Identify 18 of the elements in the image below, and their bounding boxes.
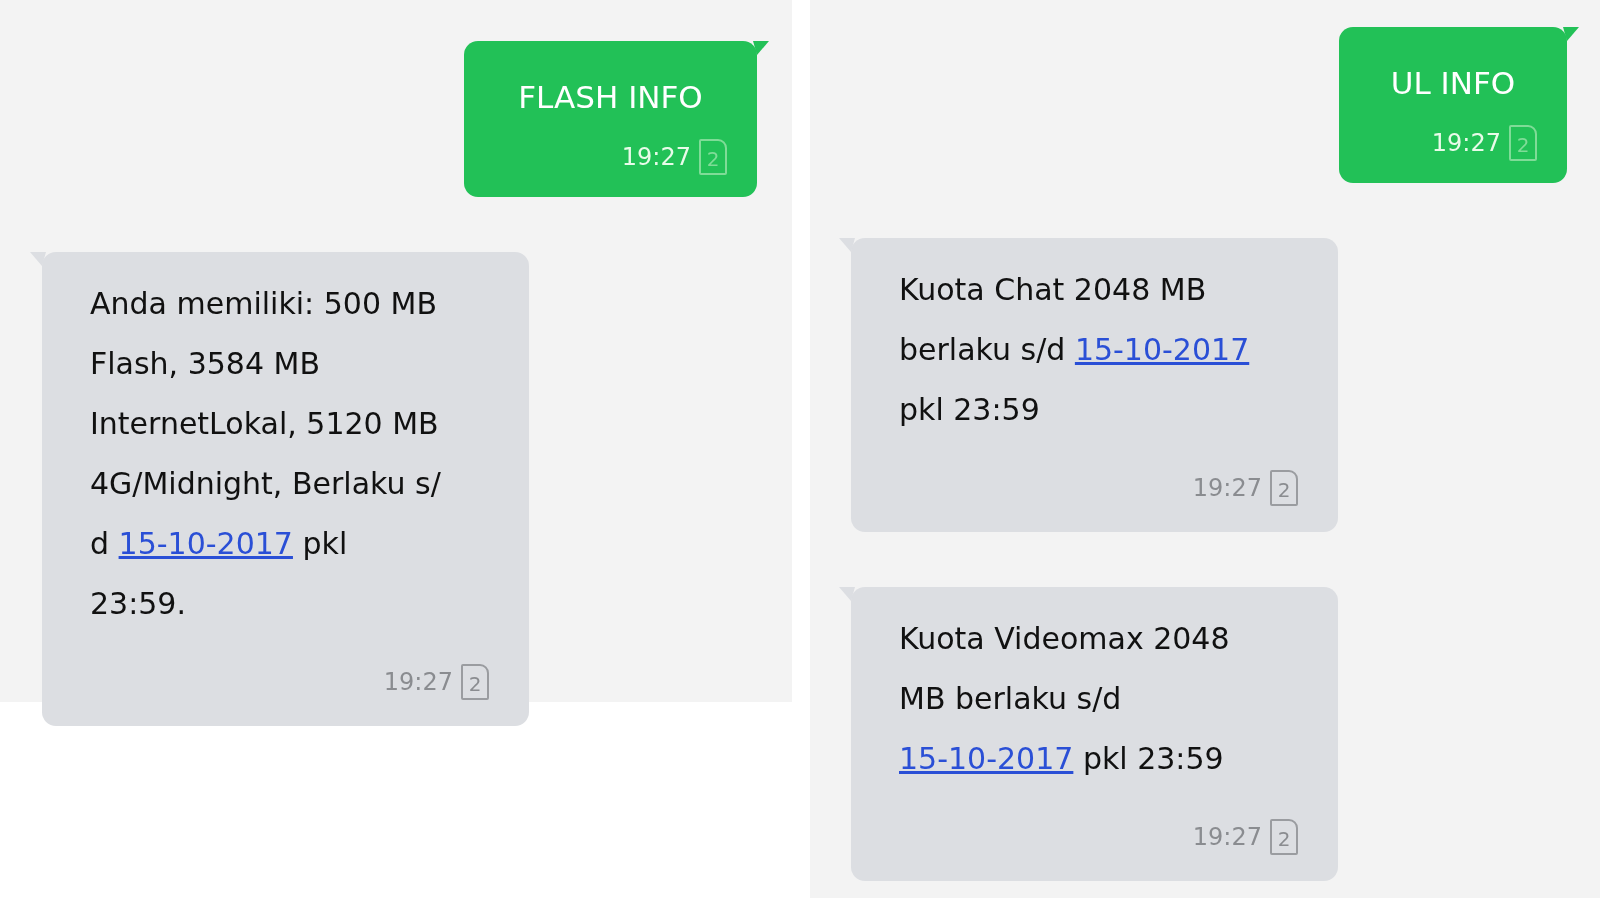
message-text: Kuota Videomax 2048 MB berlaku s/d 15-10-2017 pkl 23:59: [899, 620, 1231, 778]
message-time: 19:27: [621, 143, 691, 171]
sim-badge: 2: [461, 664, 489, 700]
sim-badge: 2: [699, 139, 727, 175]
sim-badge: 2: [1509, 125, 1537, 161]
date-link[interactable]: 15-10-2017: [1074, 332, 1250, 367]
date-link[interactable]: 15-10-2017: [899, 741, 1074, 776]
message-time: 19:27: [1192, 823, 1262, 851]
message-time: 19:27: [383, 668, 453, 696]
message-text: UL INFO: [1389, 64, 1517, 103]
message-text: Kuota Chat 2048 MB berlaku s/d 15-10-2017 pkl 23:59: [899, 271, 1251, 429]
sim-badge: 2: [1270, 819, 1298, 855]
message-text: FLASH INFO: [517, 78, 704, 117]
date-link[interactable]: 15-10-2017: [118, 526, 293, 561]
message-text: Anda memiliki: 500 MB Flash, 3584 MB InternetLokal, 5120 MB 4G/Midnight, Berlaku s/ d 15-10-2017 pkl 23:59.: [90, 285, 442, 623]
message-time: 19:27: [1192, 474, 1262, 502]
message-time: 19:27: [1431, 129, 1501, 157]
sim-badge: 2: [1270, 470, 1298, 506]
